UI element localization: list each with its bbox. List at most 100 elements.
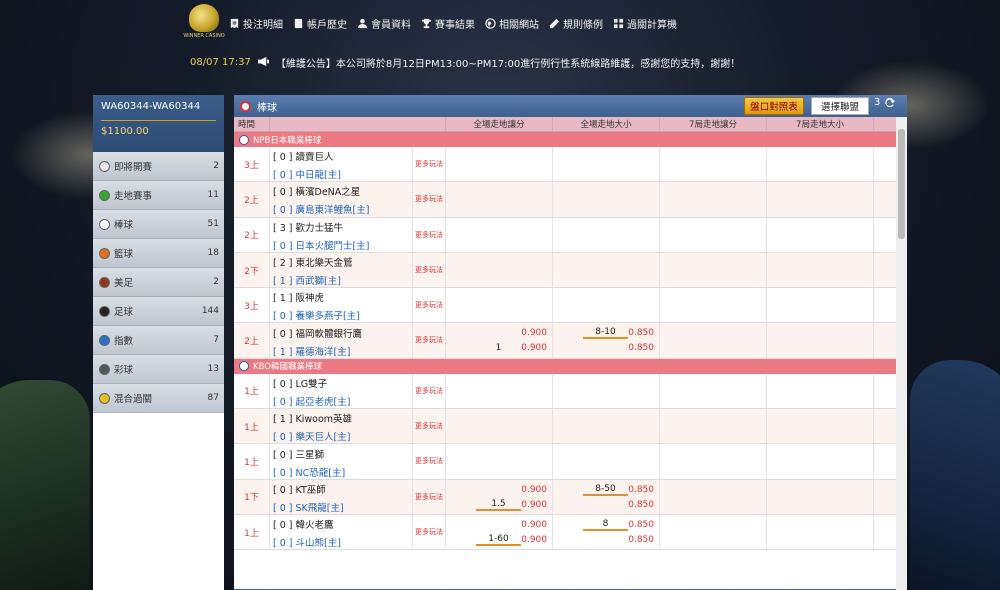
sport-icon (99, 392, 110, 404)
odds-handicap (446, 217, 553, 252)
league-header[interactable]: NPB日本職業棒球 (234, 132, 896, 147)
match-time: 3上 (234, 288, 270, 323)
match-teams: [ 0 ] LG雙子 [ 0 ] 起亞老虎[主] (270, 373, 413, 409)
nav-member-profile[interactable]: 會員資料 (357, 16, 411, 31)
odds-handicap: 0.900 1.5 0.900 (446, 479, 553, 514)
match-teams: [ 1 ] 阪神虎 [ 0 ] 養樂多燕子[主] (270, 288, 413, 323)
more-bets-link[interactable]: 更多玩法 (413, 409, 446, 444)
odds-line[interactable]: 0.900 (446, 326, 552, 340)
sidebar-item-6[interactable]: 指數 7 (93, 326, 224, 355)
odds-handicap (446, 373, 553, 409)
sidebar-item-label: 混合過關 (114, 394, 153, 405)
scrollbar[interactable] (896, 117, 907, 590)
odds-line[interactable]: 0.850 (553, 498, 659, 512)
more-bets-link[interactable]: 更多玩法 (413, 444, 446, 479)
odds-line[interactable]: 0.850 (553, 341, 659, 355)
team-away: [ 2 ] 東北樂天金鷲 (273, 258, 353, 270)
sidebar-item-3[interactable]: 籃球 18 (93, 239, 224, 268)
more-bets-link[interactable]: 更多玩法 (413, 147, 446, 182)
nav-account-history[interactable]: 帳戶歷史 (293, 16, 347, 31)
odds-7inning-handicap (660, 514, 767, 550)
more-bets-link[interactable]: 更多玩法 (413, 514, 446, 550)
sidebar-item-8[interactable]: 混合過關 87 (93, 384, 224, 413)
team-away: [ 1 ] Kiwoom英雄 (273, 414, 353, 426)
select-league-button[interactable]: 選擇聯盟 (811, 97, 869, 115)
sidebar-item-2[interactable]: 棒球 51 (93, 210, 224, 239)
match-time: 1上 (234, 514, 270, 550)
odds-line[interactable]: 0.900 (446, 483, 552, 497)
league-name: KBO韓國職業棒球 (253, 362, 322, 373)
scroll-thumb[interactable] (898, 129, 905, 239)
league-logo-icon (239, 361, 249, 372)
odds-line[interactable]: 1-60 0.900 (446, 533, 552, 547)
nav-parlay-calculator[interactable]: 過關計算機 (613, 16, 677, 31)
team-home: [ 1 ] 西武獅[主] (273, 276, 341, 288)
more-bets-link[interactable]: 更多玩法 (413, 288, 446, 323)
logo[interactable]: WINNER CASINO (183, 4, 225, 42)
grid-icon (613, 18, 624, 29)
megaphone-icon (257, 56, 270, 70)
more-bets-link[interactable]: 更多玩法 (413, 217, 446, 252)
odds-price: 0.900 (521, 343, 547, 354)
odds-grid: 時間 全場走地讓分 全場走地大小 7局走地讓分 7局走地大小 NPB日本職業棒球 3上[ 0… (234, 117, 896, 590)
sidebar-item-left: 走地賽事 (99, 188, 152, 202)
more-bets-link[interactable]: 更多玩法 (413, 373, 446, 409)
odds-price: 0.900 (521, 328, 547, 339)
sidebar-item-label: 籃球 (114, 249, 134, 260)
sidebar-item-left: 棒球 (99, 217, 133, 231)
sport-menu: 即將開賽 2 走地賽事 11 棒球 51 籃球 18 美足 2 足球 144 指數 7 彩球 13 混合過關 87 (93, 152, 224, 413)
match-time: 2下 (234, 252, 270, 288)
sidebar-item-1[interactable]: 走地賽事 11 (93, 181, 224, 210)
league-header[interactable]: KBO韓國職業棒球 (234, 358, 896, 374)
sidebar: WA60344-WA60344 $1100.00 即將開賽 2 走地賽事 11 棒球 51… (93, 95, 224, 590)
dragon-logo-icon (189, 4, 219, 32)
sidebar-item-4[interactable]: 美足 2 (93, 268, 224, 297)
odds-7inning-handicap (660, 479, 767, 514)
team-home: [ 0 ] 起亞老虎[主] (273, 396, 351, 408)
odds-line[interactable]: 0.900 (446, 518, 552, 532)
match-row: 2上[ 0 ] 福岡軟體銀行鷹[ 1 ] 羅德海洋[主] 更多玩法 0.900 1 0.… (234, 323, 896, 359)
odds-7inning-over-under (767, 514, 874, 550)
column-header-row: 時間 全場走地讓分 全場走地大小 7局走地讓分 7局走地大小 (234, 117, 896, 132)
column-header (270, 117, 446, 131)
odds-handicap (446, 444, 553, 479)
nav-rules[interactable]: 規則條例 (549, 16, 603, 31)
odds-total-value: 8-50 (583, 484, 628, 496)
more-bets-link[interactable]: 更多玩法 (413, 323, 446, 358)
team-away: [ 0 ] KT巫師 (273, 484, 326, 496)
match-row: 3上[ 1 ] 阪神虎 [ 0 ] 養樂多燕子[主] 更多玩法 (234, 288, 896, 324)
match-teams: [ 0 ] 韓火老鷹 [ 0 ] 斗山熊[主] (270, 514, 413, 550)
announcement-bar: 08/07 17:37 【維護公告】本公司將於8月12日PM13:00~PM17… (190, 55, 740, 70)
odds-handicap-value: 1-60 (476, 534, 521, 546)
nav-match-results[interactable]: 賽事結果 (421, 16, 475, 31)
nav-related-sites[interactable]: 相關網站 (485, 16, 539, 31)
match-teams: [ 0 ] 福岡軟體銀行鷹 [ 1 ] 羅德海洋[主] (270, 323, 413, 358)
sidebar-item-5[interactable]: 足球 144 (93, 297, 224, 326)
match-row: 2下[ 2 ] 東北樂天金鷲 [ 1 ] 西武獅[主] 更多玩法 (234, 252, 896, 289)
sidebar-item-0[interactable]: 即將開賽 2 (93, 152, 224, 181)
odds-7inning-over-under (767, 217, 874, 252)
odds-line[interactable]: 1 0.900 (446, 341, 552, 355)
more-bets-link[interactable]: 更多玩法 (413, 252, 446, 288)
odds-price: 0.850 (628, 519, 654, 530)
more-bets-link[interactable]: 更多玩法 (413, 479, 446, 514)
odds-table-button[interactable]: 盤口對照表 (744, 97, 804, 115)
match-teams: [ 0 ] 三星獅 [ 0 ] NC恐龍[主] (270, 444, 413, 479)
sidebar-item-7[interactable]: 彩球 13 (93, 355, 224, 384)
more-bets-link[interactable]: 更多玩法 (413, 182, 446, 217)
odds-7inning-handicap (660, 323, 767, 358)
odds-line[interactable]: 0.850 (553, 533, 659, 547)
sidebar-item-label: 彩球 (114, 365, 134, 376)
odds-line[interactable]: 8-10 0.850 (553, 326, 659, 340)
odds-handicap-value: 1.5 (476, 499, 521, 511)
odds-line[interactable]: 8-50 0.850 (553, 483, 659, 497)
column-header: 全場走地讓分 (446, 117, 553, 131)
odds-handicap-value: 1 (495, 343, 502, 354)
sidebar-item-label: 走地賽事 (114, 191, 153, 202)
refresh-button[interactable]: 3 (874, 97, 896, 108)
nav-bet-details[interactable]: 投注明細 (229, 16, 283, 31)
sidebar-item-count: 13 (207, 364, 219, 374)
odds-line[interactable]: 1.5 0.900 (446, 498, 552, 512)
odds-line[interactable]: 8 0.850 (553, 518, 659, 532)
sidebar-item-left: 混合過關 (99, 391, 152, 405)
